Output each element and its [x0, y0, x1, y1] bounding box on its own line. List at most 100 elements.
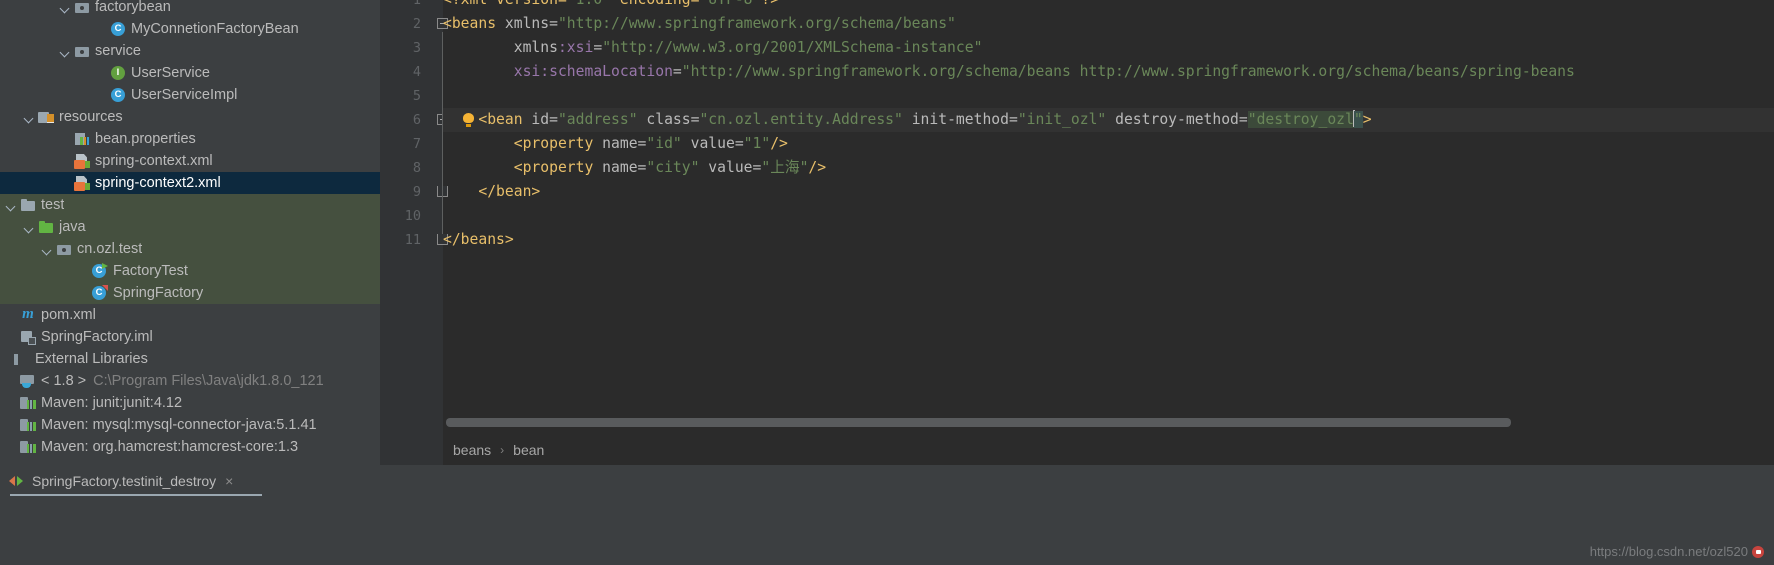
close-icon[interactable]: × [225, 473, 233, 489]
tree-item[interactable]: cn.ozl.test [0, 238, 380, 260]
code-token: " [1353, 111, 1363, 128]
line-number: 3 [412, 40, 421, 56]
tree-item[interactable]: service [0, 40, 380, 62]
tree-item[interactable]: FactoryTest [0, 260, 380, 282]
chevron-down-icon[interactable] [24, 112, 35, 123]
code-line[interactable]: <property name="id" value="1"/> [443, 132, 788, 156]
code-token: </bean> [443, 183, 541, 200]
code-token: id= [522, 111, 558, 128]
code-token: xsi:schemaLocation [443, 63, 673, 80]
tree-item[interactable]: < 1.8 > C:\Program Files\Java\jdk1.8.0_12… [0, 370, 380, 392]
tree-item-label: bean.properties [95, 131, 196, 147]
code-token: "UTF-8" [699, 0, 761, 8]
code-line[interactable]: <bean id="address" class="cn.ozl.entity.… [443, 108, 1372, 132]
tree-item[interactable]: MyConnetionFactoryBean [0, 18, 380, 40]
breadcrumb-item[interactable]: bean [513, 442, 544, 458]
chevron-down-icon[interactable] [60, 46, 71, 57]
editor-code-area[interactable]: <?xml version="1.0" encoding="UTF-8"?><b… [443, 0, 1774, 419]
line-number: 6 [412, 112, 421, 128]
code-line[interactable]: xmlns:xsi="http://www.w3.org/2001/XMLSch… [443, 36, 983, 60]
maven-library-icon [20, 395, 36, 411]
line-number: 2 [412, 16, 421, 32]
tree-item[interactable]: UserServiceImpl [0, 84, 380, 106]
lightbulb-icon[interactable] [462, 113, 475, 127]
code-token: ?> [761, 0, 779, 8]
tree-item[interactable]: External Libraries [0, 348, 380, 370]
tree-item[interactable]: spring-context2.xml [0, 172, 380, 194]
run-tab-label: SpringFactory.testinit_destroy [32, 473, 217, 489]
folder-icon [20, 197, 36, 213]
tree-item[interactable]: Maven: mysql:mysql-connector-java:5.1.41 [0, 414, 380, 436]
tree-item-label: java [59, 219, 86, 235]
watermark: https://blog.csdn.net/ozl520 [1590, 544, 1766, 559]
code-line[interactable]: </bean> [443, 180, 540, 204]
chevron-down-icon[interactable] [24, 222, 35, 233]
tree-item[interactable]: SpringFactory.iml [0, 326, 380, 348]
code-token: <property [443, 135, 594, 152]
jdk-icon [20, 373, 36, 389]
code-line[interactable]: <?xml version="1.0" encoding="UTF-8"?> [443, 0, 779, 12]
chevron-down-icon[interactable] [6, 200, 17, 211]
code-token: <bean [443, 111, 523, 128]
maven-library-icon [20, 417, 36, 433]
editor-horizontal-scrollbar[interactable] [443, 418, 1772, 427]
tree-item[interactable]: Maven: junit:junit:4.12 [0, 392, 380, 414]
tree-item-label: SpringFactory [113, 285, 204, 301]
tree-item[interactable]: test [0, 194, 380, 216]
code-line[interactable]: </beans> [443, 228, 514, 252]
tree-item-sublabel: C:\Program Files\Java\jdk1.8.0_121 [93, 373, 324, 389]
line-number: 1 [412, 0, 421, 8]
code-token: encoding= [611, 0, 700, 8]
tree-item[interactable]: SpringFactory [0, 282, 380, 304]
code-editor[interactable]: 1 2 3 4 5 6 7 8 9 10 11 <?xml version="1.0" encodi… [380, 0, 1774, 465]
tree-item-label: Maven: org.hamcrest:hamcrest-core:1.3 [41, 439, 299, 455]
project-tree-panel[interactable]: factorybean MyConnetionFactoryBean service… [0, 0, 380, 465]
chevron-down-icon[interactable] [42, 244, 53, 255]
tree-item-label: Maven: junit:junit:4.12 [41, 395, 183, 411]
code-token: xmlns [443, 39, 558, 56]
tree-item-label: service [95, 43, 141, 59]
properties-file-icon [74, 131, 90, 147]
scrollbar-thumb[interactable] [446, 418, 1511, 427]
tree-item-label: test [41, 197, 65, 213]
tree-item[interactable]: UserService [0, 62, 380, 84]
code-token: init-method= [902, 111, 1018, 128]
package-folder-icon [56, 241, 72, 257]
test-class-warn-icon [92, 285, 108, 301]
java-class-icon [110, 87, 126, 103]
tree-item[interactable]: resources [0, 106, 380, 128]
bottom-tool-window-bar: SpringFactory.testinit_destroy × https:/… [0, 465, 1774, 565]
code-token: "destroy_ozl [1247, 111, 1354, 128]
chevron-down-icon[interactable] [60, 2, 71, 13]
code-token: :xsi [557, 39, 594, 56]
tree-item[interactable]: spring-context.xml [0, 150, 380, 172]
breadcrumb-item[interactable]: beans [453, 442, 491, 458]
code-line[interactable]: <beans xmlns="http://www.springframework… [443, 12, 956, 36]
code-line[interactable]: <property name="city" value="上海"/> [443, 156, 826, 180]
tree-item[interactable]: Maven: org.hamcrest:hamcrest-core:1.3 [0, 436, 380, 458]
code-token: "http://www.springframework.org/schema/b… [681, 63, 1575, 80]
code-line[interactable]: xsi:schemaLocation="http://www.springfra… [443, 60, 1575, 84]
tree-item[interactable]: java [0, 216, 380, 238]
breadcrumb: beans › bean [443, 435, 1774, 465]
line-number: 9 [412, 184, 421, 200]
code-token: <?xml version= [443, 0, 567, 8]
code-token: = [593, 39, 603, 56]
code-token: /> [770, 135, 788, 152]
package-folder-icon [74, 43, 90, 59]
csdn-logo-icon [1752, 545, 1766, 559]
tree-item[interactable]: factorybean [0, 0, 380, 18]
editor-gutter[interactable]: 1 2 3 4 5 6 7 8 9 10 11 [380, 0, 448, 465]
run-tab[interactable]: SpringFactory.testinit_destroy × [8, 468, 233, 494]
tree-item[interactable]: pom.xml [0, 304, 380, 326]
test-class-icon [92, 263, 108, 279]
tree-item[interactable]: bean.properties [0, 128, 380, 150]
